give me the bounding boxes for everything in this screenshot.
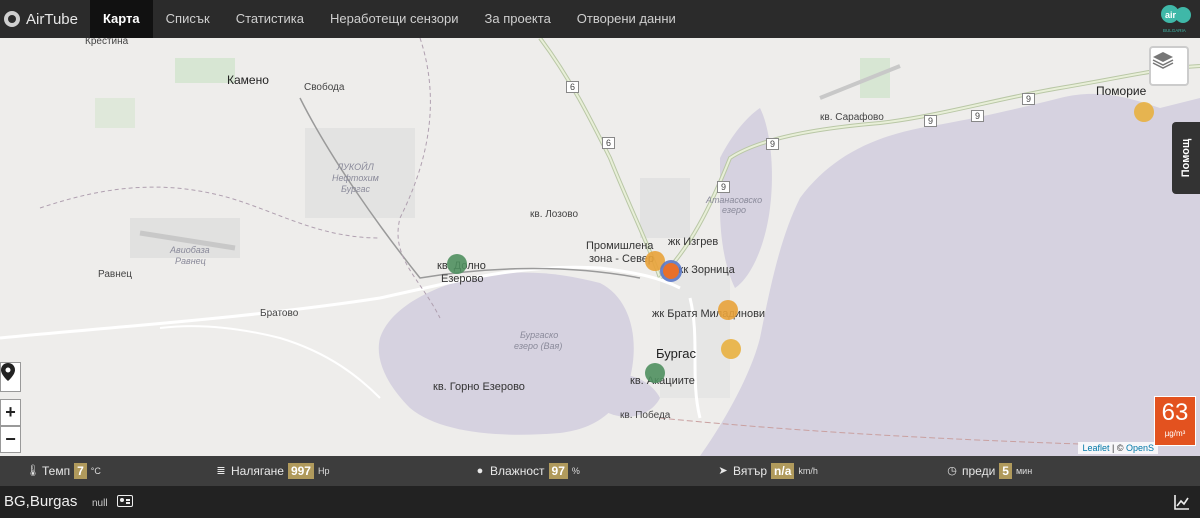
map-pin-icon xyxy=(1,363,15,381)
place-label: Равнец xyxy=(98,269,133,280)
place-label: Поморие xyxy=(1096,84,1147,98)
station-extra: null xyxy=(92,498,108,509)
place-label: кв. Победа xyxy=(620,410,671,421)
leaflet-link[interactable]: Leaflet xyxy=(1082,443,1109,453)
layers-icon xyxy=(1152,52,1174,69)
last-update-value: 5 xyxy=(999,463,1012,479)
road-shield-6: 6 xyxy=(566,81,580,93)
nav-statistics[interactable]: Статистика xyxy=(223,0,317,38)
airtube-logo-icon xyxy=(4,11,20,27)
place-label: Бургаско xyxy=(520,330,559,340)
place-label: Езерово xyxy=(441,273,484,285)
wind-info: ➤ Вятър n/a km/h xyxy=(718,463,818,479)
layers-control-button[interactable] xyxy=(1149,46,1189,86)
top-navbar: AirTube Карта Списък Статистика Неработе… xyxy=(0,0,1200,38)
air-bulgaria-logo[interactable]: air BULGARIA xyxy=(1160,3,1194,35)
nav-map[interactable]: Карта xyxy=(89,0,153,38)
road-shield-9: 9 xyxy=(1022,93,1036,105)
place-label: Камено xyxy=(227,73,269,87)
place-label: кв. Лозово xyxy=(530,209,579,220)
place-label: жк Изгрев xyxy=(668,236,719,248)
place-label: Бургас xyxy=(656,346,697,361)
pressure-info: ≣ Налягане 997 Hp xyxy=(216,463,330,479)
aqi-value: 63 xyxy=(1161,399,1189,426)
place-label: езеро (Вая) xyxy=(514,341,563,351)
brand-name: AirTube xyxy=(26,10,78,28)
road-shield-9: 9 xyxy=(971,110,985,122)
weather-info-bar: 🌡︎ Темп 7 °C ≣ Налягане 997 Hp ● Влажнос… xyxy=(0,456,1200,486)
sensor-marker-good[interactable] xyxy=(447,254,467,274)
place-label: езеро xyxy=(722,205,747,215)
temperature-value: 7 xyxy=(74,463,87,479)
wind-value: n/a xyxy=(771,463,795,479)
nav-broken-sensors[interactable]: Неработещи сензори xyxy=(317,0,472,38)
zoom-out-button[interactable]: − xyxy=(0,426,21,453)
paper-plane-icon: ➤ xyxy=(718,465,728,477)
station-name: BG,Burgas xyxy=(4,493,78,510)
aqi-value-box[interactable]: 63 µg/m³ xyxy=(1154,396,1196,446)
road-shield-9: 9 xyxy=(766,138,780,150)
road-shield-9: 9 xyxy=(717,181,731,193)
temperature-info: 🌡︎ Темп 7 °C xyxy=(26,463,101,479)
map-attribution: Leaflet | © OpenS xyxy=(1078,442,1158,454)
aqi-unit: µg/m³ xyxy=(1164,429,1186,438)
sensor-marker-moderate[interactable] xyxy=(721,339,741,359)
humidity-value: 97 xyxy=(548,463,568,479)
place-label: кв. Горно Езерово xyxy=(433,381,525,393)
nav-list[interactable]: Списък xyxy=(153,0,223,38)
place-label: Промишлена xyxy=(586,240,654,252)
locate-button[interactable] xyxy=(0,362,21,392)
map-view[interactable]: 6 6 9 9 9 9 9 Крестина Камено Свобода ЛУ… xyxy=(0,38,1200,456)
line-chart-icon[interactable] xyxy=(1174,494,1190,510)
sensor-marker-unhealthy[interactable] xyxy=(663,263,679,279)
place-label: кв. Сарафово xyxy=(820,112,884,123)
sensor-marker-moderate[interactable] xyxy=(1134,102,1154,122)
pressure-value: 997 xyxy=(287,463,314,479)
place-label: ЛУКОЙЛ xyxy=(337,162,374,172)
station-bar: BG,Burgas null xyxy=(0,486,1200,518)
last-update-info: ◷ преди 5 мин xyxy=(947,463,1033,479)
thermometer-icon: 🌡︎ xyxy=(26,465,40,477)
help-tab[interactable]: Помощ xyxy=(1172,122,1200,194)
main-nav: Карта Списък Статистика Неработещи сензо… xyxy=(89,0,689,38)
place-label: жк Зорница xyxy=(676,264,735,276)
place-label: Нефтохим xyxy=(332,173,379,183)
place-label: Крестина xyxy=(85,38,129,47)
nav-about[interactable]: За проекта xyxy=(472,0,564,38)
place-label: Авиобаза xyxy=(170,245,210,255)
road-shield-6: 6 xyxy=(602,137,616,149)
place-label: Бургас xyxy=(341,184,371,194)
clock-icon: ◷ xyxy=(947,465,957,477)
road-shield-9: 9 xyxy=(924,115,938,127)
droplet-icon: ● xyxy=(476,465,484,477)
id-card-icon[interactable] xyxy=(117,495,133,507)
sensor-marker-good[interactable] xyxy=(645,363,665,383)
place-label: Равнец xyxy=(175,256,206,266)
humidity-info: ● Влажност 97 % xyxy=(474,463,580,479)
zoom-in-button[interactable]: + xyxy=(0,399,21,426)
svg-text:BULGARIA: BULGARIA xyxy=(1163,28,1186,33)
place-label: Свобода xyxy=(304,82,345,93)
place-label: жк Братя Миладинови xyxy=(652,308,766,320)
osm-link[interactable]: OpenS xyxy=(1126,443,1154,453)
brand[interactable]: AirTube xyxy=(0,0,90,38)
place-label: Атанасовско xyxy=(706,195,763,205)
nav-open-data[interactable]: Отворени данни xyxy=(564,0,689,38)
sensor-marker-moderate[interactable] xyxy=(718,300,738,320)
database-icon: ≣ xyxy=(216,465,226,477)
place-label: Братово xyxy=(260,308,299,319)
svg-text:air: air xyxy=(1165,10,1177,20)
